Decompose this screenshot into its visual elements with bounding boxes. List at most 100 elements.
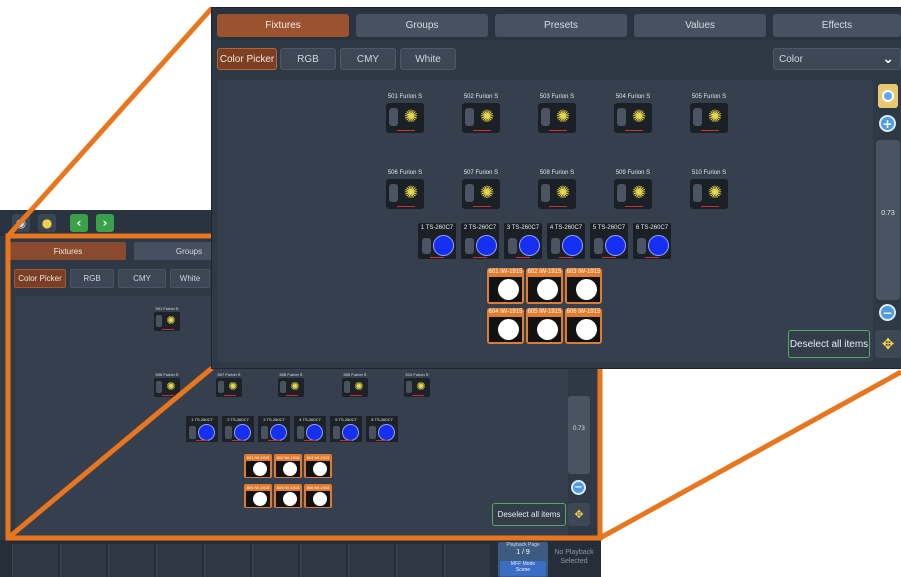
fixture-slot: [617, 184, 626, 202]
fixture-tile[interactable]: 510 Furion S ✺: [681, 170, 737, 214]
zoom-value: 0.73: [881, 210, 895, 217]
fixture-body: ✺: [386, 179, 424, 209]
subtab-rgb[interactable]: RGB: [280, 48, 336, 70]
color-swatch: [519, 235, 540, 256]
fixture-indicator: [602, 257, 616, 258]
fixture-tile[interactable]: 503 Furion S ✺: [529, 94, 585, 138]
fixture-tile-ts[interactable]: 1 TS-260C7: [418, 223, 456, 259]
fixture-tile[interactable]: 505 Furion S ✺: [681, 94, 737, 138]
fixture-slot: [693, 184, 702, 202]
fixture-indicator: [701, 130, 719, 131]
zoomed-app-window: Fixtures Groups Presets Values Effects C…: [212, 8, 901, 368]
fixture-indicator: [430, 257, 444, 258]
fixture-tile[interactable]: 507 Furion S ✺: [453, 170, 509, 214]
gobo-icon: ✺: [555, 183, 571, 203]
subtab-color-picker[interactable]: Color Picker: [217, 48, 277, 70]
deselect-all-button[interactable]: Deselect all items: [788, 330, 870, 358]
fixture-tile[interactable]: 506 Furion S ✺: [377, 170, 433, 214]
gobo-icon: ✺: [631, 183, 647, 203]
color-mode-dropdown[interactable]: Color ⌄: [773, 48, 901, 70]
tab-fixtures[interactable]: Fixtures: [217, 14, 349, 37]
gobo-icon: ✺: [707, 107, 723, 127]
fixture-body: ✺: [614, 179, 652, 209]
fixture-label: 4 TS-260C7: [547, 223, 585, 233]
zoom-slider[interactable]: 0.73: [876, 140, 900, 300]
color-swatch: [576, 319, 597, 340]
chevron-down-icon: ⌄: [882, 51, 894, 67]
tab-effects[interactable]: Effects: [773, 14, 901, 37]
pan-icon[interactable]: ✥: [875, 330, 901, 358]
fixture-label: 604 iW-1915: [488, 309, 523, 315]
fixture-body: [504, 233, 542, 259]
fixture-label: 2 TS-260C7: [461, 223, 499, 233]
fixture-body: [633, 233, 671, 259]
zoom-out-icon[interactable]: −: [879, 304, 896, 321]
fixture-body: [567, 277, 600, 302]
fixture-label: 507 Furion S: [463, 170, 499, 176]
fixture-label: 606 iW-1915: [566, 309, 601, 315]
fixture-body: [461, 233, 499, 259]
color-swatch: [498, 319, 519, 340]
fixture-body: [567, 317, 600, 342]
fixture-slot: [465, 108, 474, 126]
fixture-indicator: [473, 206, 491, 207]
fixture-slot: [465, 238, 474, 254]
color-swatch: [562, 235, 583, 256]
fixture-tile[interactable]: 504 Furion S ✺: [605, 94, 661, 138]
fixture-slot: [637, 238, 646, 254]
fixture-body: [528, 277, 561, 302]
fixture-slot: [541, 184, 550, 202]
fixture-body: [418, 233, 456, 259]
fixture-tile-ts[interactable]: 5 TS-260C7: [590, 223, 628, 259]
color-swatch: [648, 235, 669, 256]
fixture-indicator: [625, 206, 643, 207]
gobo-icon: ✺: [479, 107, 495, 127]
fixture-body: ✺: [538, 179, 576, 209]
fixture-label: 506 Furion S: [387, 170, 423, 176]
fixture-tile-ts[interactable]: 4 TS-260C7: [547, 223, 585, 259]
color-swatch: [537, 319, 558, 340]
zoom-fit-icon[interactable]: [878, 84, 898, 108]
color-swatch: [476, 235, 497, 256]
fixture-tile[interactable]: 502 Furion S ✺: [453, 94, 509, 138]
color-swatch: [576, 279, 597, 300]
fixture-tile-iw-selected[interactable]: 606 iW-1915: [565, 308, 602, 344]
connector-line-top: [6, 6, 214, 238]
tab-values[interactable]: Values: [634, 14, 766, 37]
fixture-tile-ts[interactable]: 3 TS-260C7: [504, 223, 542, 259]
gobo-icon: ✺: [707, 183, 723, 203]
fixture-slot: [389, 108, 398, 126]
tab-presets[interactable]: Presets: [495, 14, 627, 37]
fixture-slot: [541, 108, 550, 126]
magnifier-lens: [882, 90, 894, 102]
zoom-in-icon[interactable]: +: [879, 115, 896, 132]
fixture-tile-iw-selected[interactable]: 605 iW-1915: [526, 308, 563, 344]
fixture-body: [528, 317, 561, 342]
color-swatch: [605, 235, 626, 256]
fixture-body: ✺: [538, 103, 576, 133]
gobo-icon: ✺: [403, 107, 419, 127]
fixture-body: ✺: [614, 103, 652, 133]
fixture-grid: 501 Furion S ✺ 502 Furion S ✺ 503 Furion S…: [217, 80, 873, 362]
fixture-body: [590, 233, 628, 259]
fixture-slot: [422, 238, 431, 254]
fixture-body: [547, 233, 585, 259]
fixture-tile-iw-selected[interactable]: 602 iW-1915: [526, 268, 563, 304]
fixture-tile-ts[interactable]: 2 TS-260C7: [461, 223, 499, 259]
fixture-tile-ts[interactable]: 6 TS-260C7: [633, 223, 671, 259]
subtab-cmy[interactable]: CMY: [340, 48, 396, 70]
fixture-body: [489, 277, 522, 302]
fixture-label: 6 TS-260C7: [633, 223, 671, 233]
tab-bar: Fixtures Groups Presets Values Effects: [212, 8, 901, 40]
fixture-tile[interactable]: 508 Furion S ✺: [529, 170, 585, 214]
tab-groups[interactable]: Groups: [356, 14, 488, 37]
fixture-tile-iw-selected[interactable]: 603 iW-1915: [565, 268, 602, 304]
fixture-slot: [551, 238, 560, 254]
subtab-white[interactable]: White: [400, 48, 456, 70]
fixture-tile[interactable]: 501 Furion S ✺: [377, 94, 433, 138]
fixture-tile-iw-selected[interactable]: 604 iW-1915: [487, 308, 524, 344]
fixture-body: ✺: [462, 103, 500, 133]
fixture-tile-iw-selected[interactable]: 601 iW-1915: [487, 268, 524, 304]
gobo-icon: ✺: [631, 107, 647, 127]
fixture-tile[interactable]: 509 Furion S ✺: [605, 170, 661, 214]
